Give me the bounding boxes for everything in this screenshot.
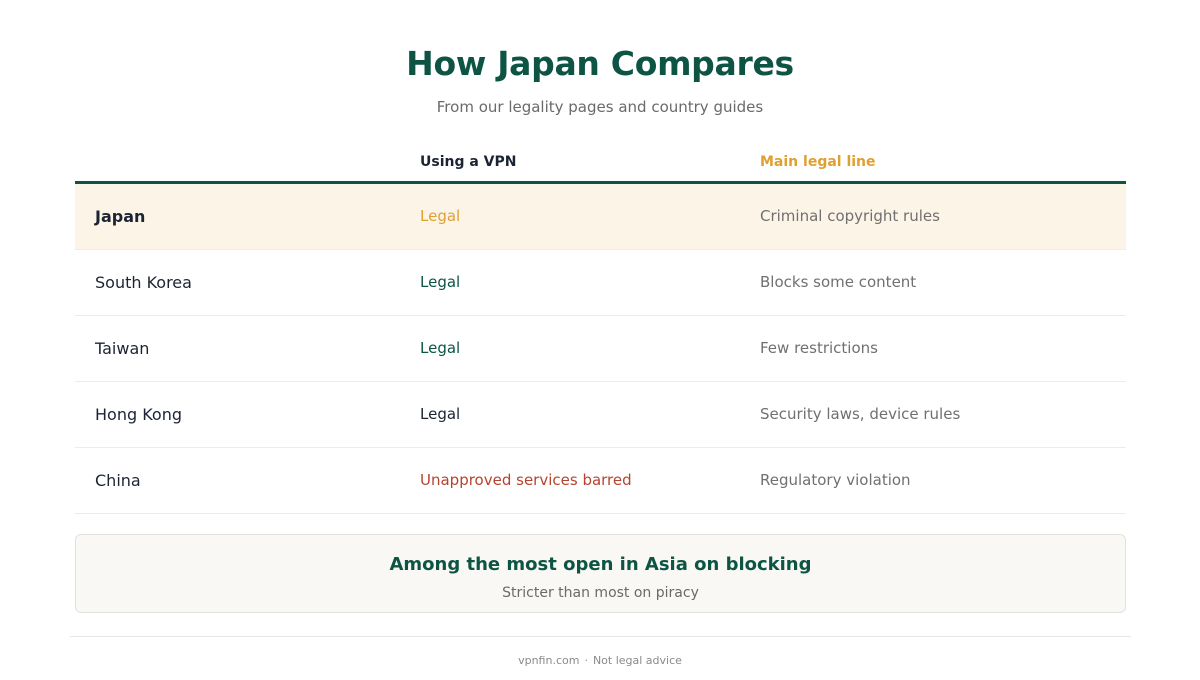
vpn-status-cell: Unapproved services barred	[420, 471, 632, 489]
table-body: Japan Legal Criminal copyright rules South …	[75, 184, 1126, 514]
page-subtitle: From our legality pages and country guid…	[436, 98, 764, 116]
table-row: South Korea Legal Blocks some content	[75, 250, 1126, 316]
legal-line-cell: Regulatory violation	[760, 471, 911, 489]
summary-callout: Among the most open in Asia on blocking …	[75, 534, 1126, 613]
vpn-status-cell: Legal	[420, 273, 461, 291]
column-header-vpn: Using a VPN	[420, 154, 517, 170]
footer-separator: ·	[584, 654, 588, 667]
page-title: How Japan Compares	[406, 44, 794, 83]
table-row: China Unapproved services barred Regulator…	[75, 448, 1126, 514]
legal-line-cell: Criminal copyright rules	[760, 207, 940, 225]
legal-line-cell: Blocks some content	[760, 273, 917, 291]
country-cell: South Korea	[95, 273, 192, 292]
table-row: Hong Kong Legal Security laws, device rule…	[75, 382, 1126, 448]
column-header-legal-line: Main legal line	[760, 154, 876, 170]
legal-line-cell: Few restrictions	[760, 339, 878, 357]
table-row: Taiwan Legal Few restrictions	[75, 316, 1126, 382]
summary-headline: Among the most open in Asia on blocking	[389, 554, 812, 575]
table-row: Japan Legal Criminal copyright rules	[75, 184, 1126, 250]
vpn-status-cell: Legal	[420, 339, 461, 357]
legal-line-cell: Security laws, device rules	[760, 405, 961, 423]
footer-site-link[interactable]: vpnfin.com	[518, 654, 579, 667]
vpn-status-cell: Legal	[420, 207, 461, 225]
summary-subline: Stricter than most on piracy	[502, 585, 699, 601]
footer-disclaimer: Not legal advice	[592, 654, 682, 667]
table-header: Using a VPN Main legal line	[75, 140, 1126, 184]
country-cell: Japan	[95, 207, 146, 226]
footer: vpnfin.com · Not legal advice	[0, 654, 1200, 667]
comparison-table: Using a VPN Main legal line Japan Legal Cr…	[75, 140, 1126, 514]
country-cell: Taiwan	[95, 339, 150, 358]
vpn-status-cell: Legal	[420, 405, 461, 423]
country-cell: Hong Kong	[95, 405, 182, 424]
footer-divider	[70, 636, 1131, 637]
country-cell: China	[95, 471, 141, 490]
